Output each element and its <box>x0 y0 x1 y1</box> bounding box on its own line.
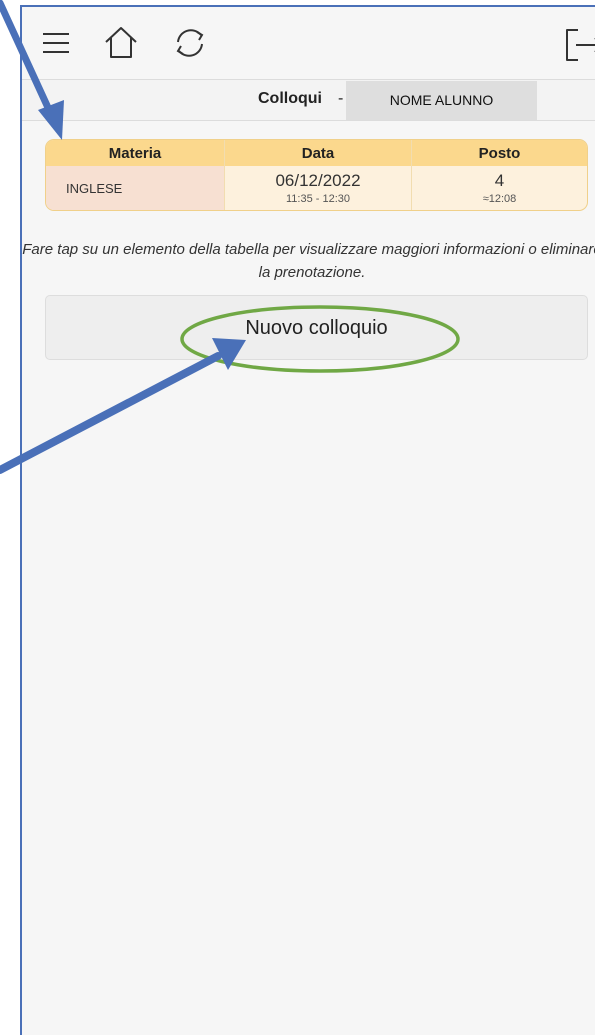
arrow-to-button-icon <box>0 338 246 474</box>
annotation-overlay <box>0 0 460 474</box>
arrow-to-table-icon <box>0 0 64 140</box>
